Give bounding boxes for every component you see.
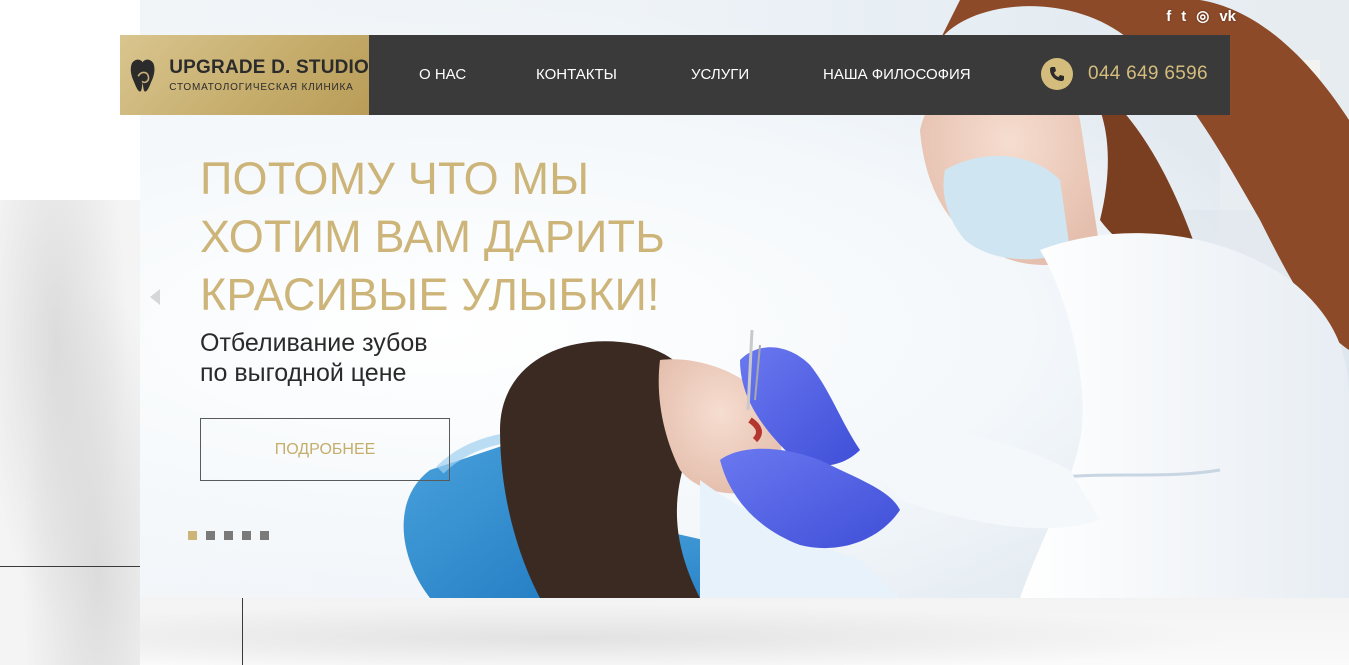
hero-headline: ПОТОМУ ЧТО МЫ ХОТИМ ВАМ ДАРИТЬ КРАСИВЫЕ …	[200, 150, 760, 324]
instagram-icon[interactable]: ◎	[1196, 8, 1209, 26]
main-header: UPGRADE D. STUDIO СТОМАТОЛОГИЧЕСКАЯ КЛИН…	[120, 35, 1230, 115]
social-links: f t ◎ vk	[1166, 8, 1236, 26]
tooth-logo-icon	[130, 59, 155, 92]
logo-text: UPGRADE D. STUDIO СТОМАТОЛОГИЧЕСКАЯ КЛИН…	[169, 56, 369, 93]
more-button[interactable]: ПОДРОБНЕЕ	[200, 418, 450, 481]
subline-line-2: по выгодной цене	[200, 359, 407, 387]
nav-item-about[interactable]: О НАС	[419, 66, 466, 83]
nav-item-contacts[interactable]: КОНТАКТЫ	[536, 66, 617, 83]
facebook-icon[interactable]: f	[1166, 8, 1171, 26]
slider-prev-arrow[interactable]	[150, 289, 160, 305]
slider-dot-5[interactable]	[260, 531, 269, 540]
subline-line-1: Отбеливание зубов	[200, 329, 428, 357]
nav-menu: О НАС КОНТАКТЫ УСЛУГИ НАША ФИЛОСОФИЯ 044…	[369, 35, 1230, 115]
slider-pagination	[188, 531, 269, 540]
twitter-icon[interactable]: t	[1181, 8, 1186, 26]
vk-icon[interactable]: vk	[1219, 8, 1236, 26]
headline-line-1: ПОТОМУ ЧТО МЫ	[200, 153, 590, 204]
headline-line-2: ХОТИМ ВАМ ДАРИТЬ	[200, 211, 665, 262]
logo-title: UPGRADE D. STUDIO	[169, 56, 369, 78]
phone-icon	[1041, 58, 1073, 90]
headline-line-3: КРАСИВЫЕ УЛЫБКИ!	[200, 269, 660, 320]
slider-dot-1[interactable]	[188, 531, 197, 540]
slider-dot-4[interactable]	[242, 531, 251, 540]
logo-subtitle: СТОМАТОЛОГИЧЕСКАЯ КЛИНИКА	[169, 81, 354, 93]
phone-number[interactable]: 044 649 6596	[1088, 63, 1208, 85]
background-texture-bottom	[140, 598, 1349, 665]
hero-subline: Отбеливание зубов по выгодной цене	[200, 328, 428, 388]
nav-item-services[interactable]: УСЛУГИ	[691, 66, 749, 83]
nav-item-philosophy[interactable]: НАША ФИЛОСОФИЯ	[823, 66, 971, 83]
logo[interactable]: UPGRADE D. STUDIO СТОМАТОЛОГИЧЕСКАЯ КЛИН…	[120, 35, 369, 115]
slider-dot-3[interactable]	[224, 531, 233, 540]
slider-dot-2[interactable]	[206, 531, 215, 540]
phone-contact[interactable]: 044 649 6596	[1041, 58, 1208, 90]
